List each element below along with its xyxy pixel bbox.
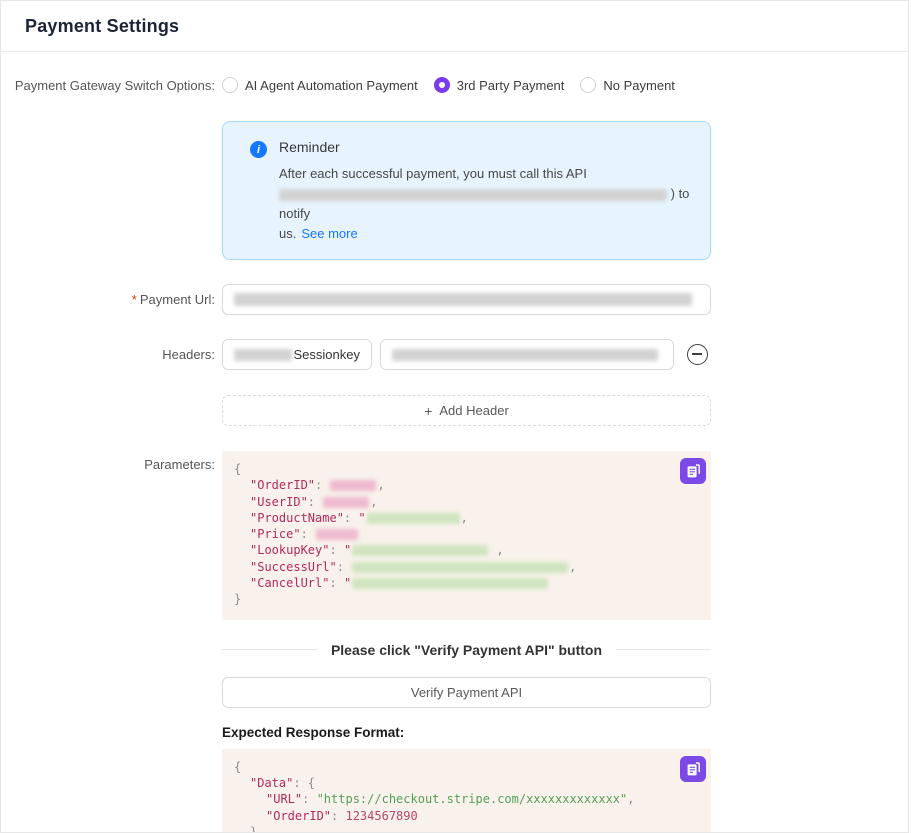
payment-settings-card: Payment Settings Payment Gateway Switch … xyxy=(0,0,909,833)
redacted-header-value xyxy=(392,349,658,361)
radio-unchecked-icon[interactable] xyxy=(222,77,238,93)
verify-divider: Please click "Verify Payment API" button xyxy=(222,642,711,658)
redacted-api-url xyxy=(279,189,667,201)
code-line: "LookupKey": " , xyxy=(234,542,699,558)
divider-line xyxy=(616,649,711,650)
parameters-code-block: { "OrderID": , "UserID": , "ProductName"… xyxy=(222,451,711,620)
code-line: "OrderID": , xyxy=(234,477,699,493)
header-value-input[interactable] xyxy=(380,339,674,370)
redacted-value xyxy=(316,529,358,540)
verify-instruction-text: Please click "Verify Payment API" button xyxy=(331,642,602,658)
code-line: { xyxy=(234,759,699,775)
parameters-row: Parameters: { "OrderID": , "UserID": , "… xyxy=(1,451,908,620)
gateway-options-row: Payment Gateway Switch Options: AI Agent… xyxy=(1,77,908,93)
info-icon: i xyxy=(250,141,267,158)
response-block-wrap: { "Data": { "URL": "https://checkout.str… xyxy=(1,749,908,833)
redacted-value xyxy=(352,562,568,573)
gateway-radio-group: AI Agent Automation Payment 3rd Party Pa… xyxy=(222,77,691,93)
settings-form: Payment Gateway Switch Options: AI Agent… xyxy=(1,52,908,833)
expected-response-label: Expected Response Format: xyxy=(222,725,908,740)
redacted-header-key xyxy=(234,349,292,361)
radio-label: No Payment xyxy=(603,78,675,93)
code-line: "UserID": , xyxy=(234,494,699,510)
reminder-alert: i Reminder After each successful payment… xyxy=(222,121,711,260)
headers-controls: Sessionkey xyxy=(222,339,708,370)
plus-icon: + xyxy=(424,403,432,419)
code-line: "OrderID": 1234567890 xyxy=(234,808,699,824)
reminder-body: Reminder After each successful payment, … xyxy=(279,139,690,244)
required-asterisk: * xyxy=(132,292,137,307)
copy-icon-glyph xyxy=(685,463,701,479)
redacted-value xyxy=(367,513,460,524)
headers-label: Headers: xyxy=(1,347,215,362)
parameters-label: Parameters: xyxy=(1,451,215,620)
redacted-value xyxy=(330,480,376,491)
radio-no-payment[interactable]: No Payment xyxy=(580,77,675,93)
payment-url-row: *Payment Url: xyxy=(1,284,908,315)
code-line: "Price": xyxy=(234,526,699,542)
radio-label: AI Agent Automation Payment xyxy=(245,78,418,93)
radio-3rd-party-payment[interactable]: 3rd Party Payment xyxy=(434,77,565,93)
reminder-text: After each successful payment, you must … xyxy=(279,164,690,244)
code-line: }, xyxy=(234,824,699,833)
headers-row: Headers: Sessionkey xyxy=(1,339,908,370)
code-line: "CancelUrl": " xyxy=(234,575,699,591)
spacer xyxy=(1,749,215,833)
code-line: } xyxy=(234,591,699,607)
code-line: "URL": "https://checkout.stripe.com/xxxx… xyxy=(234,791,699,807)
radio-checked-icon[interactable] xyxy=(434,77,450,93)
minus-circle-icon[interactable] xyxy=(687,344,708,365)
payment-url-input[interactable] xyxy=(222,284,711,315)
code-line: "SuccessUrl": , xyxy=(234,559,699,575)
header-key-input[interactable]: Sessionkey xyxy=(222,339,372,370)
page-title: Payment Settings xyxy=(25,16,884,37)
code-line: { xyxy=(234,461,699,477)
code-line: "Data": { xyxy=(234,775,699,791)
redacted-value xyxy=(352,578,548,589)
payment-url-label: *Payment Url: xyxy=(1,292,215,307)
card-header: Payment Settings xyxy=(1,1,908,52)
reminder-line1: After each successful payment, you must … xyxy=(279,166,587,181)
redacted-payment-url-value xyxy=(234,293,692,306)
reminder-line3-prefix: us. xyxy=(279,226,296,241)
radio-label: 3rd Party Payment xyxy=(457,78,565,93)
radio-ai-agent-automation-payment[interactable]: AI Agent Automation Payment xyxy=(222,77,418,93)
header-key-visible-text: Sessionkey xyxy=(294,347,360,362)
copy-icon[interactable] xyxy=(680,756,706,782)
reminder-title: Reminder xyxy=(279,139,690,155)
copy-icon[interactable] xyxy=(680,458,706,484)
code-line: "ProductName": ", xyxy=(234,510,699,526)
add-header-label: Add Header xyxy=(439,403,508,418)
divider-line xyxy=(222,649,317,650)
gateway-options-label: Payment Gateway Switch Options: xyxy=(1,78,215,93)
see-more-link[interactable]: See more xyxy=(301,226,357,241)
response-code-block: { "Data": { "URL": "https://checkout.str… xyxy=(222,749,711,833)
redacted-value xyxy=(323,497,369,508)
add-header-button[interactable]: + Add Header xyxy=(222,395,711,426)
radio-unchecked-icon[interactable] xyxy=(580,77,596,93)
redacted-value xyxy=(352,545,488,556)
payment-url-label-text: Payment Url: xyxy=(140,292,215,307)
copy-icon-glyph xyxy=(685,761,701,777)
verify-payment-api-button[interactable]: Verify Payment API xyxy=(222,677,711,708)
